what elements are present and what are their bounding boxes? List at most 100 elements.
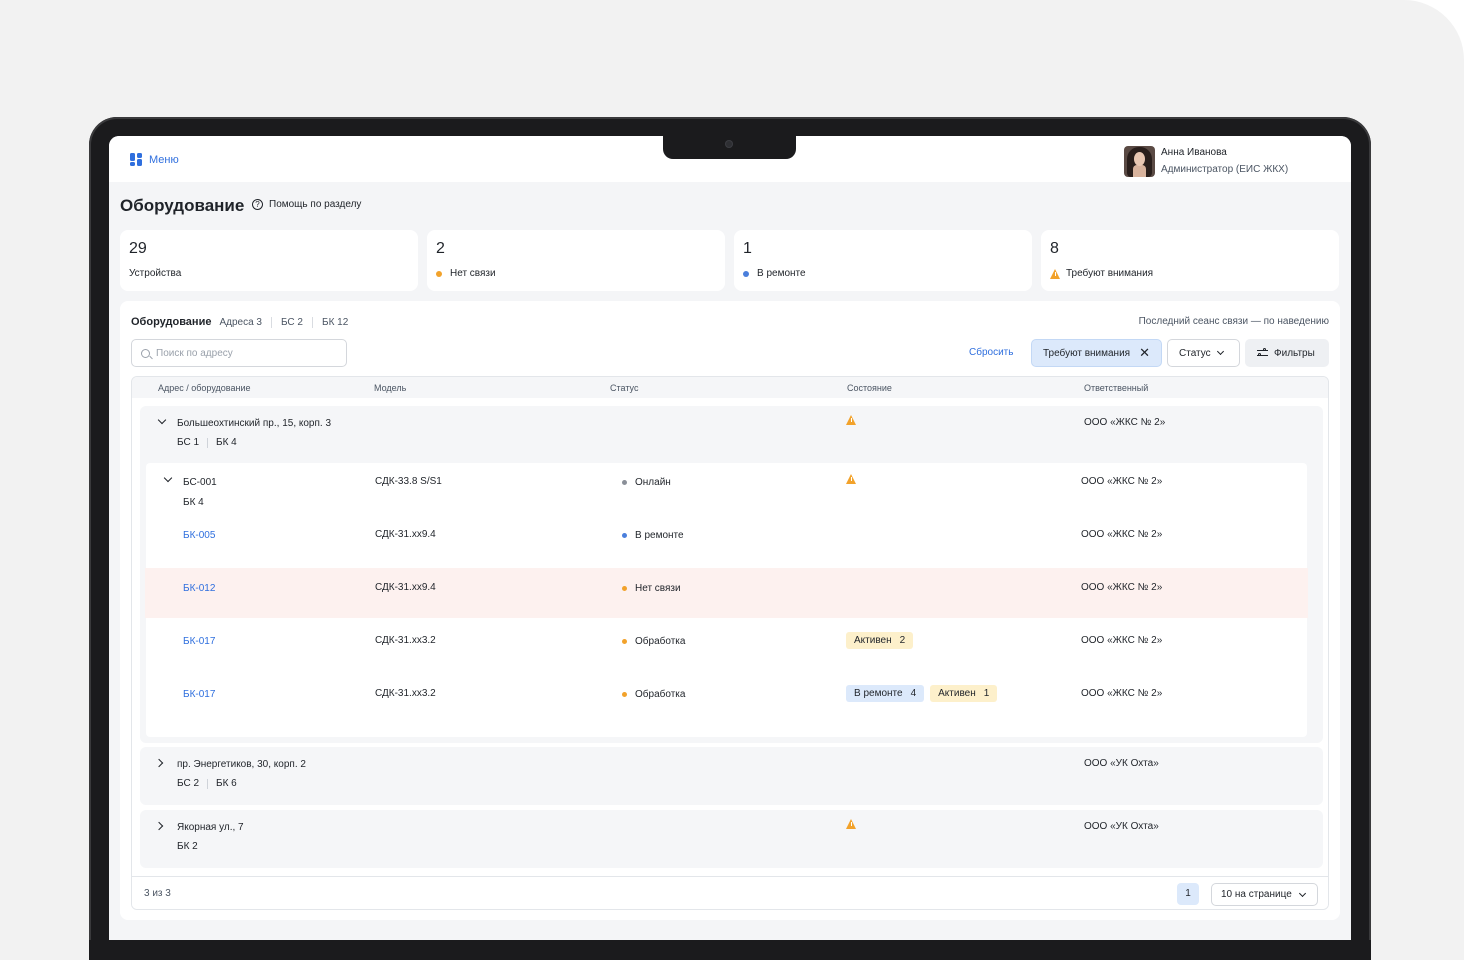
status-dot-icon: [622, 533, 627, 538]
camera-notch: [663, 136, 796, 159]
status-dot-icon: [743, 270, 749, 277]
status-dropdown[interactable]: Статус: [1167, 339, 1240, 367]
pagination-page-button[interactable]: 1: [1177, 883, 1199, 905]
chevron-down-icon[interactable]: [157, 415, 167, 425]
device-model: СДК-31.хх3.2: [375, 688, 436, 699]
active-filter-label: Требуют внимания: [1043, 347, 1131, 359]
stat-value: 8: [1050, 240, 1059, 257]
panel-tabs: Оборудование Адреса 3 БС 2 БК 12: [131, 316, 357, 328]
address-name[interactable]: пр. Энергетиков, 30, корп. 2: [177, 759, 306, 770]
filters-button[interactable]: Фильтры: [1245, 339, 1329, 367]
device-status: Нет связи: [622, 583, 681, 594]
warning-icon: [1050, 268, 1060, 279]
filters-label: Фильтры: [1274, 347, 1315, 359]
stat-label: Устройства: [129, 268, 182, 279]
responsible: ООО «ЖКС № 2»: [1081, 688, 1163, 699]
status-label: Обработка: [635, 636, 686, 647]
results-count: 3 из 3: [144, 888, 171, 899]
responsible: ООО «ЖКС № 2»: [1081, 476, 1163, 487]
search-input[interactable]: [156, 347, 336, 359]
status-dot-icon: [436, 270, 442, 277]
address-counts: БС 2 БК 6: [177, 778, 237, 789]
panel-title: Оборудование: [131, 316, 212, 328]
address-counts: БК 2: [177, 841, 198, 852]
responsible: ООО «ЖКС № 2»: [1081, 635, 1163, 646]
tab-addresses[interactable]: Адреса 3: [219, 317, 271, 328]
chevron-right-icon[interactable]: [154, 821, 164, 831]
user-profile[interactable]: Анна Иванова Администратор (ЕИС ЖКХ): [1124, 144, 1288, 178]
status-dot-icon: [622, 639, 627, 644]
device-link[interactable]: БК-017: [183, 689, 215, 700]
station-name[interactable]: БС-001: [183, 477, 217, 488]
column-header-status: Статус: [610, 383, 639, 393]
responsible: ООО «УК Охта»: [1084, 758, 1159, 769]
device-status: Обработка: [622, 689, 685, 700]
active-filter-chip[interactable]: Требуют внимания ✕: [1031, 339, 1162, 367]
column-header-address: Адрес / оборудование: [158, 383, 251, 393]
table-header: Адрес / оборудование Модель Статус Состо…: [132, 377, 1328, 398]
table-row[interactable]: БК-017 СДК-31.хх3.2 Обработка Активен 2: [146, 621, 1307, 671]
responsible: ООО «ЖКС № 2»: [1081, 529, 1163, 540]
help-link[interactable]: ? Помощь по разделу: [252, 199, 361, 210]
table-row[interactable]: БК-012 СДК-31.хх9.4 Нет связи ООО «ЖКС №…: [145, 568, 1308, 618]
avatar: [1124, 145, 1155, 177]
equipment-table: Адрес / оборудование Модель Статус Состо…: [131, 376, 1329, 910]
table-footer: 3 из 3 1 10 на странице: [132, 876, 1328, 909]
menu-label: Меню: [149, 153, 179, 166]
column-header-model: Модель: [374, 383, 407, 393]
address-group[interactable]: пр. Энергетиков, 30, корп. 2 БС 2 БК 6 О…: [140, 747, 1323, 805]
warning-icon: [846, 415, 856, 425]
close-icon[interactable]: ✕: [1139, 346, 1150, 359]
help-label: Помощь по разделу: [269, 199, 362, 210]
chevron-right-icon[interactable]: [154, 758, 164, 768]
stat-value: 2: [436, 240, 445, 257]
device-status: В ремонте: [622, 530, 684, 541]
camera-icon: [725, 140, 733, 148]
device-model: СДК-31.хх3.2: [375, 635, 436, 646]
status-dot-icon: [622, 586, 627, 591]
address-group: Большеохтинский пр., 15, корп. 3 БС 1 БК…: [140, 406, 1323, 743]
stat-label: Нет связи: [450, 268, 496, 279]
address-counts: БС 1 БК 4: [177, 437, 237, 448]
reset-button[interactable]: Сбросить: [969, 347, 1013, 358]
stat-label: В ремонте: [757, 268, 806, 279]
search-field[interactable]: [131, 339, 347, 367]
device-model: СДК-31.хх9.4: [375, 529, 436, 540]
menu-button[interactable]: Меню: [130, 153, 179, 166]
device-model: СДК-31.хх9.4: [375, 582, 436, 593]
address-name[interactable]: Якорная ул., 7: [177, 822, 244, 833]
chevron-down-icon[interactable]: [163, 473, 173, 483]
chevron-down-icon: [1298, 889, 1306, 897]
device-link[interactable]: БК-005: [183, 530, 215, 541]
station-status: Онлайн: [622, 477, 671, 488]
device-link[interactable]: БК-012: [183, 583, 215, 594]
last-session-hint: Последний сеанс связи — по наведению: [1138, 316, 1329, 327]
tab-devices[interactable]: БК 12: [312, 316, 357, 328]
status-dot-icon: [622, 692, 627, 697]
stat-card-no-connection: 2 Нет связи: [427, 230, 725, 291]
state-badge[interactable]: Активен 2: [846, 632, 914, 649]
address-group[interactable]: Якорная ул., 7 БК 2 ООО «УК Охта»: [140, 810, 1323, 868]
station-sub: БК 4: [183, 497, 204, 508]
search-icon: [141, 348, 150, 358]
table-row[interactable]: БК-017 СДК-31.хх3.2 Обработка В ремонте …: [146, 674, 1307, 724]
state-badge[interactable]: Активен 1: [930, 685, 998, 702]
stat-card-in-repair: 1 В ремонте: [734, 230, 1032, 291]
warning-icon: [846, 474, 856, 484]
state-badge[interactable]: В ремонте 4: [846, 685, 925, 702]
equipment-panel: Оборудование Адреса 3 БС 2 БК 12 Последн…: [120, 301, 1340, 920]
stat-value: 29: [129, 240, 147, 257]
chevron-down-icon: [1216, 347, 1224, 356]
address-name[interactable]: Большеохтинский пр., 15, корп. 3: [177, 418, 331, 429]
status-label: Обработка: [635, 689, 686, 700]
tab-base-stations[interactable]: БС 2: [270, 316, 312, 328]
grid-icon: [130, 153, 143, 166]
per-page-select[interactable]: 10 на странице: [1211, 883, 1318, 906]
status-label: Нет связи: [635, 583, 681, 594]
question-circle-icon: ?: [252, 199, 263, 210]
laptop-bottom-bezel: [89, 940, 1371, 960]
user-name: Анна Иванова: [1161, 147, 1227, 158]
table-row[interactable]: БК-005 СДК-31.хх9.4 В ремонте ООО «ЖКС №…: [146, 515, 1307, 565]
device-link[interactable]: БК-017: [183, 636, 215, 647]
user-role: Администратор (ЕИС ЖКХ): [1161, 164, 1289, 175]
